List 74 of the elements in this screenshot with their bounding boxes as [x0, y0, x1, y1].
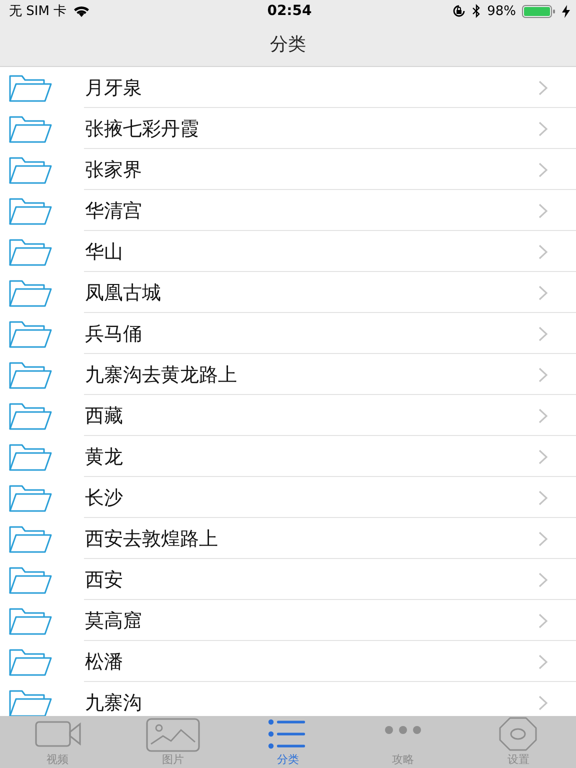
clock-time: 02:54 [267, 3, 312, 19]
item-label: 凤凰古城 [85, 280, 162, 306]
list-item[interactable]: 华清宫 [0, 190, 576, 231]
folder-icon [8, 318, 52, 348]
charging-icon [562, 4, 570, 18]
item-label: 西藏 [85, 404, 124, 428]
item-label: 莫高窟 [85, 608, 143, 634]
item-label: 华山 [85, 240, 124, 264]
chevron-right-icon [538, 326, 548, 342]
item-label: 松潘 [85, 650, 124, 674]
list-item[interactable]: 张掖七彩丹霞 [0, 108, 576, 149]
folder-icon [8, 154, 52, 184]
item-label: 西安 [85, 568, 124, 592]
list-item[interactable]: 张家界 [0, 149, 576, 190]
list-item[interactable]: 松潘 [0, 641, 576, 682]
item-label: 西安去敦煌路上 [85, 526, 219, 552]
item-label: 华清宫 [85, 198, 143, 224]
list-item[interactable]: 兵马俑 [0, 313, 576, 354]
folder-icon [8, 114, 52, 144]
nav-title: 分类 [270, 33, 306, 56]
list-item[interactable]: 九寨沟去黄龙路上 [0, 354, 576, 395]
chevron-right-icon [538, 80, 548, 96]
item-label: 张掖七彩丹霞 [85, 116, 200, 142]
rotation-lock-icon [452, 4, 466, 18]
chevron-right-icon [538, 654, 548, 670]
carrier-text: 无 SIM 卡 [9, 3, 67, 20]
chevron-right-icon [538, 366, 548, 382]
picture-icon [144, 716, 201, 752]
list-item[interactable]: 西安 [0, 559, 576, 600]
folder-icon [8, 278, 52, 308]
chevron-right-icon [538, 448, 548, 464]
item-label: 兵马俑 [85, 322, 143, 346]
item-label: 九寨沟 [85, 690, 143, 716]
folder-icon [8, 236, 52, 266]
list-item[interactable]: 黄龙 [0, 436, 576, 477]
folder-icon [8, 72, 52, 102]
item-label: 九寨沟去黄龙路上 [85, 362, 238, 388]
chevron-right-icon [538, 530, 548, 546]
folder-icon [8, 524, 52, 554]
folder-icon [8, 400, 52, 430]
chevron-right-icon [538, 120, 548, 136]
chevron-right-icon [538, 284, 548, 300]
battery-percent: 98% [487, 4, 516, 18]
folder-icon [8, 360, 52, 390]
chevron-right-icon [538, 572, 548, 588]
folder-icon [8, 606, 52, 636]
item-label: 张家界 [85, 158, 143, 182]
folder-icon [8, 646, 52, 676]
list-item[interactable]: 西安去敦煌路上 [0, 518, 576, 559]
chevron-right-icon [538, 408, 548, 424]
list-item[interactable]: 华山 [0, 231, 576, 272]
item-label: 黄龙 [85, 444, 124, 470]
list-item[interactable]: 凤凰古城 [0, 272, 576, 313]
item-label: 长沙 [85, 486, 124, 510]
battery-icon [522, 4, 556, 18]
chevron-right-icon [538, 202, 548, 218]
chevron-right-icon [538, 490, 548, 506]
list-item[interactable]: 莫高窟 [0, 600, 576, 641]
more-icon [385, 726, 422, 734]
chevron-right-icon [538, 244, 548, 260]
list-item[interactable]: 长沙 [0, 477, 576, 518]
item-label: 月牙泉 [85, 76, 143, 100]
chevron-right-icon [538, 612, 548, 628]
list-item[interactable]: 月牙泉 [0, 67, 576, 108]
chevron-right-icon [538, 162, 548, 178]
folder-icon [8, 688, 52, 716]
folder-icon [8, 564, 52, 594]
folder-icon [8, 442, 52, 472]
wifi-icon [72, 5, 90, 17]
list-item[interactable]: 西藏 [0, 395, 576, 436]
folder-icon [8, 482, 52, 512]
folder-icon [8, 196, 52, 226]
chevron-right-icon [538, 694, 548, 710]
bluetooth-icon [472, 4, 482, 18]
